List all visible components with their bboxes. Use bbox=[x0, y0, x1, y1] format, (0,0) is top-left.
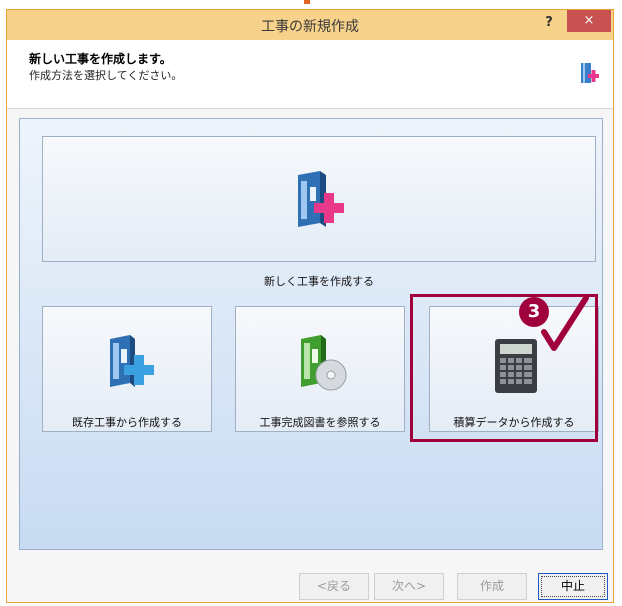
option-from-existing[interactable]: 既存工事から作成する bbox=[42, 306, 212, 432]
header-title: 新しい工事を作成します。 bbox=[29, 52, 172, 66]
dialog-title: 工事の新規作成 bbox=[261, 19, 359, 35]
help-button[interactable]: ? bbox=[537, 12, 561, 34]
header-subtitle: 作成方法を選択してください。 bbox=[29, 69, 183, 82]
option-label-new: 新しく工事を作成する bbox=[264, 275, 374, 288]
dialog-header: 新しい工事を作成します。 作成方法を選択してください。 bbox=[7, 40, 613, 109]
option-new-project[interactable]: 新しく工事を作成する bbox=[42, 136, 596, 288]
checkmark-icon bbox=[541, 295, 589, 351]
cancel-button[interactable]: 中止 bbox=[538, 573, 608, 600]
create-button[interactable]: 作成 bbox=[457, 573, 527, 600]
title-bar: 工事の新規作成 ? × bbox=[7, 10, 613, 40]
option-label-existing: 既存工事から作成する bbox=[72, 416, 182, 429]
new-project-icon bbox=[581, 63, 599, 83]
cancel-label: 中止 bbox=[560, 579, 585, 593]
next-button[interactable]: 次へ> bbox=[374, 573, 444, 600]
book-disc-icon bbox=[301, 335, 347, 391]
book-plus-pink-icon bbox=[298, 171, 344, 227]
option-reference-docs[interactable]: 工事完成図書を参照する bbox=[235, 306, 405, 432]
book-plus-blue-icon bbox=[110, 335, 154, 387]
back-button[interactable]: <戻る bbox=[299, 573, 369, 600]
orange-marker bbox=[304, 0, 310, 4]
option-label-docs: 工事完成図書を参照する bbox=[259, 416, 381, 429]
close-button[interactable]: × bbox=[567, 10, 611, 32]
